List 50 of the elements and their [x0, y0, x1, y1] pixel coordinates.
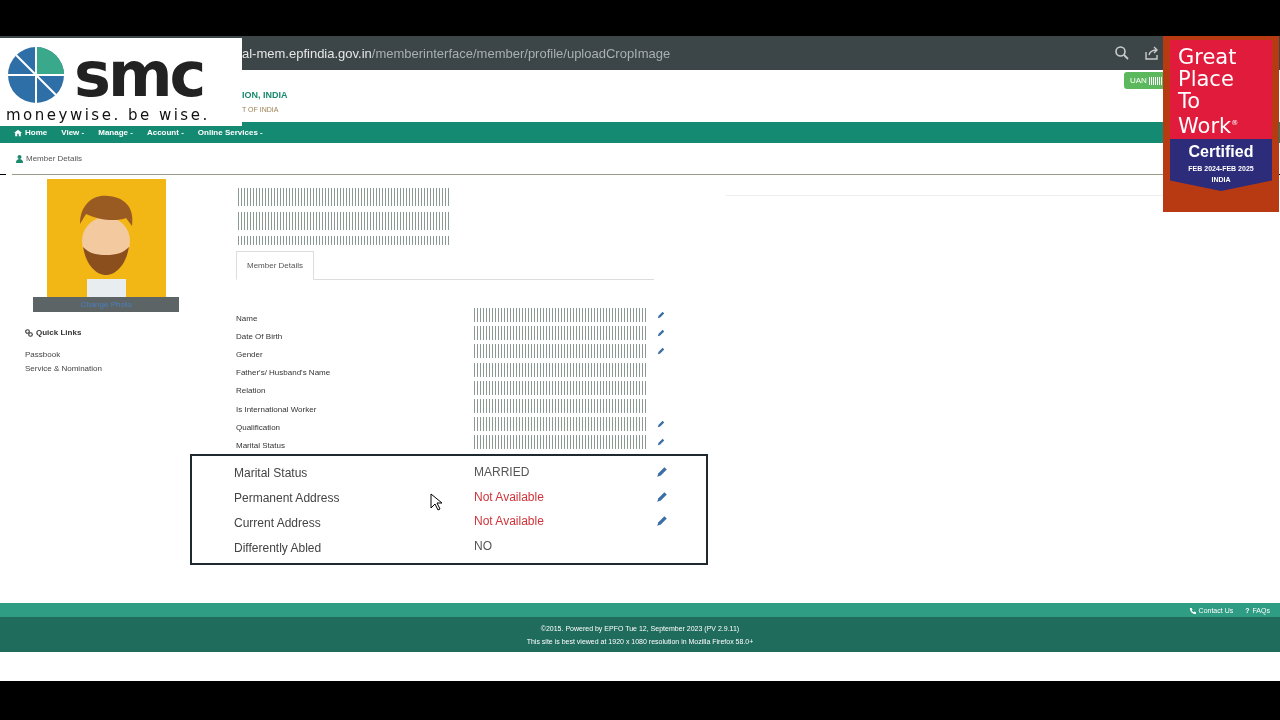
field-label: Permanent Address	[234, 491, 340, 506]
field-label: Qualification	[236, 422, 281, 432]
user-icon	[16, 154, 23, 163]
phone-icon	[1188, 606, 1196, 614]
quick-link[interactable]: Passbook	[25, 350, 230, 359]
link-icon	[25, 328, 33, 337]
pencil-icon[interactable]	[656, 465, 668, 478]
field-label: Marital Status	[236, 440, 285, 450]
field-value: Not Available	[474, 489, 545, 504]
field-label: Is International Worker	[236, 404, 317, 414]
field-label: Name	[236, 313, 258, 323]
nav-item[interactable]: Account -	[146, 128, 184, 137]
field-label: Gender	[236, 349, 263, 359]
pencil-icon[interactable]	[657, 347, 665, 356]
search-icon[interactable]	[1114, 45, 1130, 61]
pencil-icon[interactable]	[657, 438, 665, 447]
globe-icon	[6, 45, 66, 105]
field-value: NO	[474, 539, 493, 554]
field-label: Date Of Birth	[236, 331, 283, 341]
field-label: Differently Abled	[234, 540, 322, 555]
badge-certified: Certified	[1188, 143, 1254, 161]
breadcrumb: Member Details	[26, 154, 82, 163]
quick-link[interactable]: Service & Nomination	[25, 364, 230, 373]
organization-name: ION, INDIA	[242, 90, 288, 100]
badge-title-line: Place	[1178, 68, 1235, 90]
tab[interactable]: Member Details	[236, 251, 314, 280]
field-label: Marital Status	[234, 466, 308, 481]
nav-item[interactable]: Home	[14, 128, 48, 137]
field-label: Relation	[236, 386, 266, 396]
smc-tagline: moneywise. be wise.	[6, 106, 211, 124]
field-value: MARRIED	[474, 464, 531, 479]
pencil-icon[interactable]	[657, 420, 665, 429]
quick-links-title: Quick Links	[36, 328, 82, 337]
pencil-icon[interactable]	[656, 490, 668, 503]
home-icon	[14, 128, 22, 137]
url-text: al-mem.epfindia.gov.in/memberinterface/member/profile/uploadCropImage	[242, 45, 671, 61]
nav-item[interactable]: View -	[61, 128, 85, 137]
badge-title-line: To	[1178, 90, 1202, 112]
cursor-icon	[430, 493, 442, 511]
nav-item[interactable]: Online Services -	[197, 128, 263, 137]
pencil-icon[interactable]	[656, 515, 668, 528]
nav-item[interactable]: Manage -	[98, 128, 133, 137]
badge-title-line: Great	[1178, 46, 1238, 68]
field-label: Current Address	[234, 515, 321, 530]
share-icon[interactable]	[1144, 45, 1160, 61]
badge-title-line: Work$^{®}$	[1178, 113, 1240, 137]
field-value: Not Available	[474, 514, 545, 529]
field-label: Father's/ Husband's Name	[236, 368, 331, 378]
pencil-icon[interactable]	[657, 311, 665, 320]
pencil-icon[interactable]	[657, 329, 665, 338]
